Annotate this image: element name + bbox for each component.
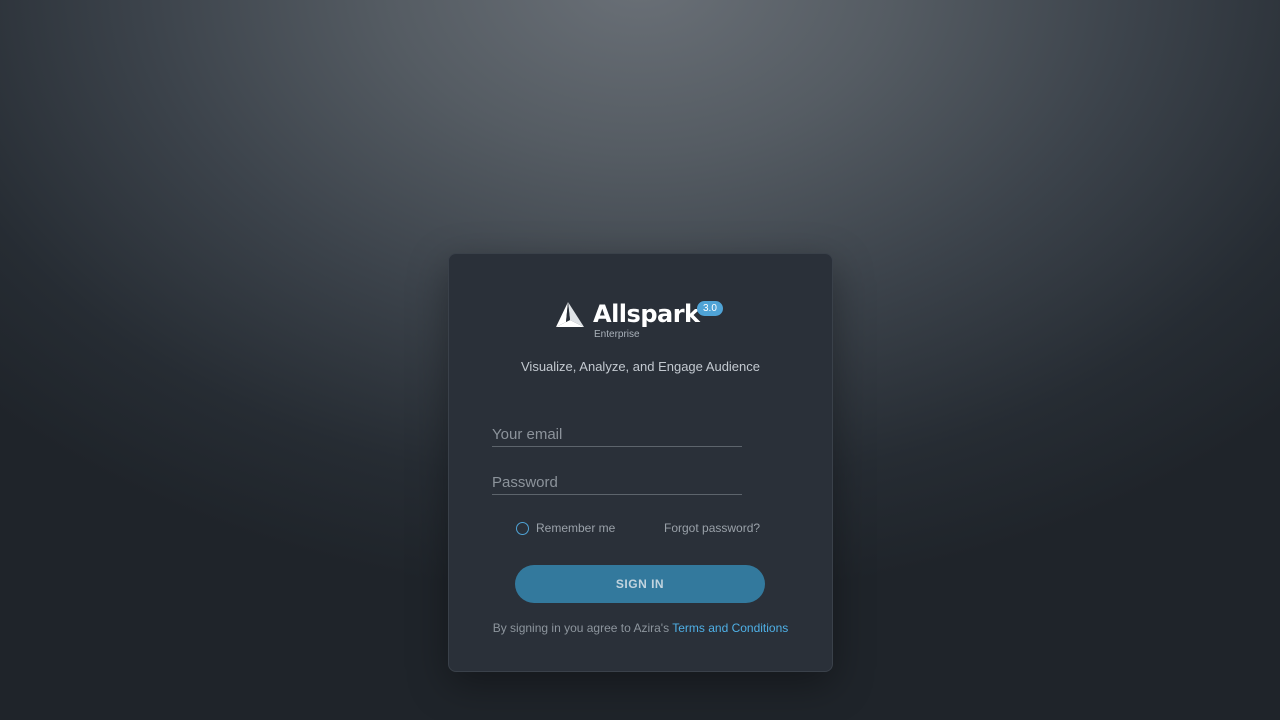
forgot-password-link[interactable]: Forgot password?	[664, 521, 760, 535]
edition-label: Enterprise	[594, 329, 640, 340]
email-field-wrapper	[492, 418, 742, 447]
password-field-wrapper	[492, 466, 742, 495]
allspark-logo-icon	[556, 302, 584, 327]
terms-link[interactable]: Terms and Conditions	[672, 621, 788, 635]
logo-name: Allspark	[593, 300, 700, 328]
sign-in-button[interactable]: SIGN IN	[515, 565, 765, 603]
remember-me-label[interactable]: Remember me	[536, 521, 615, 535]
password-field[interactable]	[492, 466, 742, 494]
remember-me-checkbox[interactable]: Remember me	[516, 520, 615, 536]
logo: Allspark 3.0 Enterprise	[555, 298, 735, 342]
tagline: Visualize, Analyze, and Engage Audience	[521, 359, 760, 374]
terms-prefix: By signing in you agree to Azira's	[492, 621, 673, 635]
terms-notice: By signing in you agree to Azira's Terms…	[449, 621, 832, 635]
login-card: Allspark 3.0 Enterprise Visualize, Analy…	[448, 253, 833, 672]
version-badge: 3.0	[697, 301, 723, 316]
email-field[interactable]	[492, 418, 742, 446]
radio-circle-icon[interactable]	[516, 521, 529, 535]
